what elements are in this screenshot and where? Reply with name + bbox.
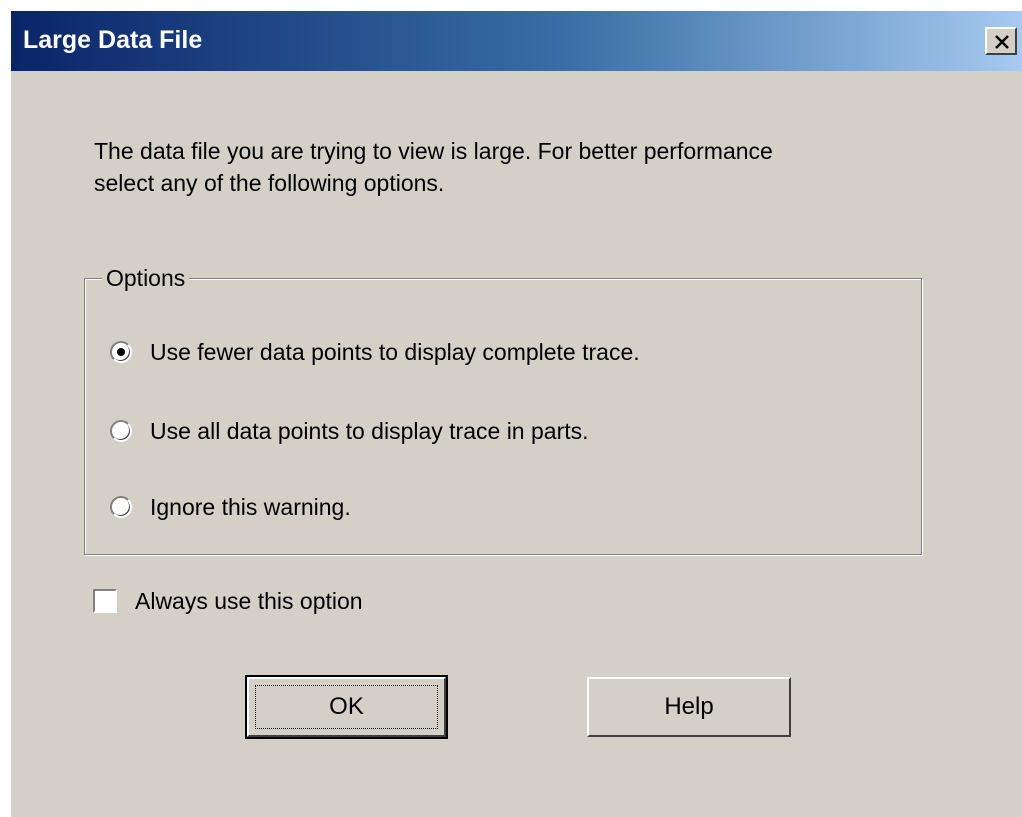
dialog-title: Large Data File [23, 26, 203, 54]
options-group-label: Options [102, 264, 190, 292]
option-label[interactable]: Ignore this warning. [150, 494, 351, 521]
radio-dot [117, 348, 125, 356]
option-label[interactable]: Use fewer data points to display complet… [150, 339, 640, 366]
radio-button[interactable] [110, 496, 132, 518]
option-all-data-points[interactable]: Use all data points to display trace in … [110, 416, 589, 446]
message-text: The data file you are trying to view is … [94, 135, 773, 199]
help-button[interactable]: Help [587, 677, 791, 737]
option-fewer-data-points[interactable]: Use fewer data points to display complet… [110, 337, 640, 367]
radio-button-selected[interactable] [110, 341, 132, 363]
option-ignore-warning[interactable]: Ignore this warning. [110, 492, 351, 522]
always-use-label[interactable]: Always use this option [135, 588, 363, 615]
always-use-checkbox[interactable] [93, 589, 117, 613]
ok-button[interactable]: OK [245, 675, 448, 739]
focus-rectangle [255, 685, 438, 729]
large-data-file-dialog: Large Data File The data file you are tr… [9, 9, 1022, 817]
close-button[interactable] [985, 27, 1017, 55]
message-line-2: select any of the following options. [94, 170, 445, 196]
always-use-option[interactable]: Always use this option [93, 586, 363, 616]
help-button-label: Help [664, 693, 714, 720]
title-bar[interactable]: Large Data File [11, 11, 1022, 71]
options-groupbox: Options Use fewer data points to display… [84, 264, 922, 555]
option-label[interactable]: Use all data points to display trace in … [150, 418, 589, 445]
close-icon [995, 35, 1009, 49]
message-line-1: The data file you are trying to view is … [94, 138, 773, 164]
radio-button[interactable] [110, 420, 132, 442]
